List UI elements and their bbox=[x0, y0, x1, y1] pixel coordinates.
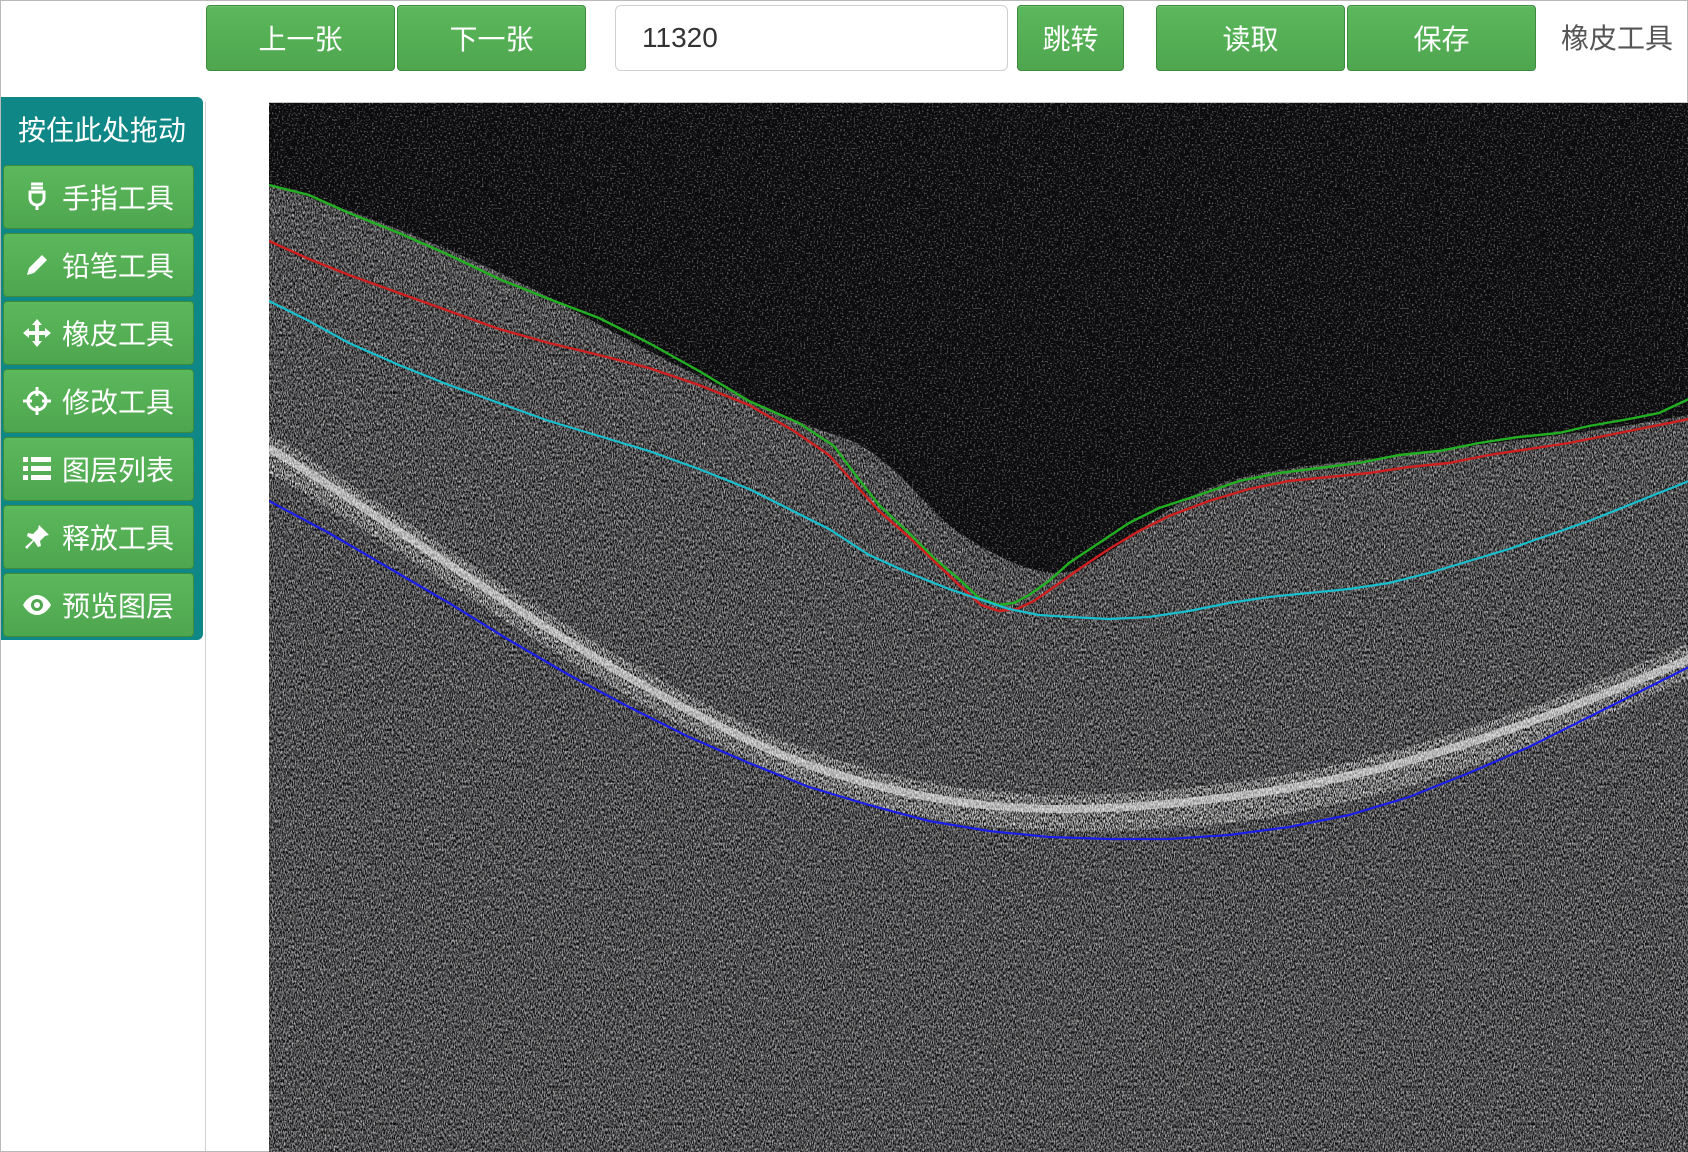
modify-tool-label: 修改工具 bbox=[62, 386, 175, 419]
next-image-button[interactable]: 下一张 bbox=[397, 5, 586, 71]
preview-layer-button[interactable]: 预览图层 bbox=[3, 573, 194, 637]
eraser-tool-button[interactable]: 橡皮工具 bbox=[3, 301, 194, 365]
preview-layer-label: 预览图层 bbox=[62, 590, 175, 623]
layer-list-button[interactable]: 图层列表 bbox=[3, 437, 194, 501]
prev-image-button[interactable]: 上一张 bbox=[206, 5, 395, 71]
pencil-icon bbox=[22, 250, 52, 280]
layer-list-label: 图层列表 bbox=[62, 454, 175, 487]
list-icon bbox=[22, 454, 52, 484]
oct-image-canvas[interactable] bbox=[269, 102, 1688, 1152]
current-tool-label: 橡皮工具 bbox=[1561, 22, 1674, 55]
canvas-margin bbox=[205, 102, 269, 1151]
save-button[interactable]: 保存 bbox=[1347, 5, 1536, 71]
eye-icon bbox=[22, 590, 52, 620]
modify-tool-button[interactable]: 修改工具 bbox=[3, 369, 194, 433]
finger-tool-label: 手指工具 bbox=[62, 182, 175, 215]
release-tool-label: 释放工具 bbox=[62, 522, 175, 555]
tool-panel-drag-handle[interactable]: 按住此处拖动 bbox=[1, 97, 203, 161]
read-button[interactable]: 读取 bbox=[1156, 5, 1345, 71]
goto-image-input[interactable] bbox=[615, 5, 1008, 71]
release-tool-button[interactable]: 释放工具 bbox=[3, 505, 194, 569]
tool-panel[interactable]: 按住此处拖动 手指工具 铅笔工具 橡皮工具 修改工具 图层列表 释放工具 预览图… bbox=[1, 97, 203, 640]
pencil-tool-label: 铅笔工具 bbox=[62, 250, 175, 283]
pin-icon bbox=[22, 522, 52, 552]
eraser-tool-label: 橡皮工具 bbox=[62, 318, 175, 351]
app-frame: 上一张 下一张 跳转 读取 保存 橡皮工具 按住此处拖动 手指工具 铅笔工具 橡… bbox=[0, 0, 1688, 1152]
pencil-tool-button[interactable]: 铅笔工具 bbox=[3, 233, 194, 297]
goto-button[interactable]: 跳转 bbox=[1017, 5, 1124, 71]
finger-icon bbox=[22, 182, 52, 212]
finger-tool-button[interactable]: 手指工具 bbox=[3, 165, 194, 229]
move-icon bbox=[22, 318, 52, 348]
crosshair-icon bbox=[22, 386, 52, 416]
oct-scan-image[interactable] bbox=[269, 103, 1688, 1152]
